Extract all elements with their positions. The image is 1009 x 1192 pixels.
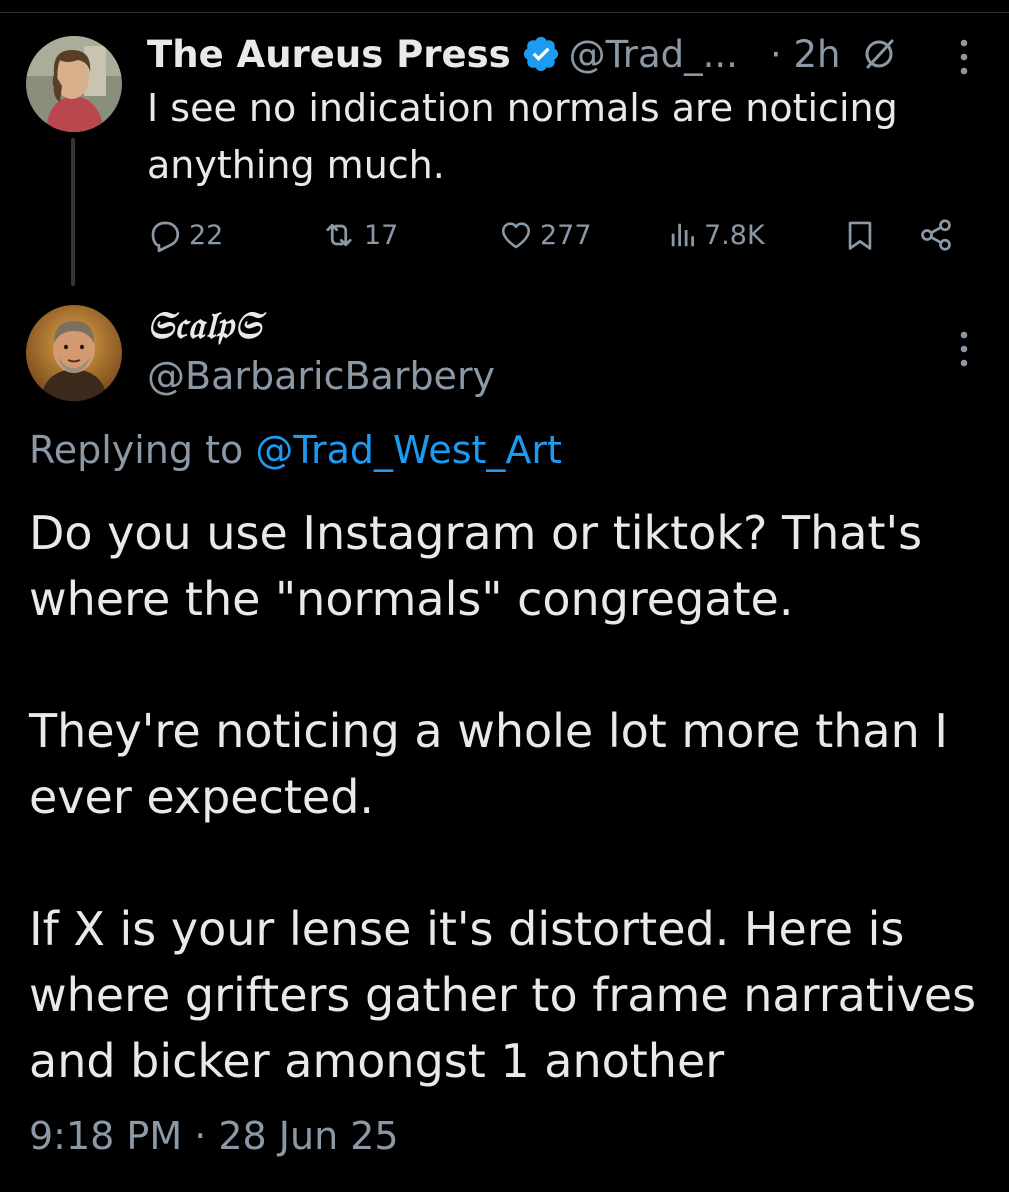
bookmark-button[interactable] [843, 210, 877, 260]
views-button[interactable]: 7.8K [668, 210, 765, 260]
reply-author-name[interactable]: 𝔖𝔠𝔞𝔩𝔭𝔖 [147, 302, 262, 348]
parent-header: The Aureus Press @Trad_... · 2h [147, 28, 896, 80]
reply-tweet-text: Do you use Instagram or tiktok? That's w… [29, 500, 984, 1094]
avatar-portrait-icon [26, 305, 122, 401]
reply-paragraph: If X is your lense it's distorted. Here … [29, 902, 977, 1088]
parent-avatar[interactable] [26, 36, 122, 132]
repost-icon [326, 223, 352, 247]
reply-button[interactable]: 22 [147, 210, 223, 260]
avatar-portrait-icon [26, 36, 122, 132]
slashed-circle-icon[interactable] [862, 37, 896, 71]
reply-paragraph: They're noticing a whole lot more than I… [29, 704, 948, 824]
bookmark-icon [848, 221, 872, 250]
replying-to-label: Replying to [29, 428, 256, 472]
parent-tweet-text: I see no indication normals are noticing… [147, 86, 898, 187]
heart-icon [501, 222, 531, 249]
parent-author-name[interactable]: The Aureus Press [147, 33, 511, 76]
share-button[interactable] [916, 210, 956, 260]
verified-badge-icon [521, 34, 561, 74]
parent-handle[interactable]: @Trad_... [569, 33, 738, 76]
repost-count: 17 [364, 219, 399, 251]
like-button[interactable]: 277 [498, 210, 592, 260]
reply-count: 22 [189, 219, 224, 251]
reply-more-icon[interactable] [959, 330, 969, 368]
reply-paragraph: Do you use Instagram or tiktok? That's w… [29, 506, 923, 626]
reply-icon [151, 221, 180, 253]
replying-to-mention[interactable]: @Trad_West_Art [255, 428, 562, 472]
parent-time[interactable]: · 2h [770, 33, 841, 76]
reply-handle[interactable]: @BarbaricBarbery [147, 354, 495, 398]
like-count: 277 [540, 219, 592, 251]
replying-to-line: Replying to @Trad_West_Art [29, 428, 562, 472]
views-count: 7.8K [704, 219, 765, 251]
reply-avatar[interactable] [26, 305, 122, 401]
repost-button[interactable]: 17 [320, 210, 398, 260]
parent-more-icon[interactable] [959, 38, 969, 76]
parent-action-bar: 22 17 277 7.8K [0, 210, 1009, 260]
views-chart-icon [671, 223, 694, 247]
share-icon [921, 219, 951, 251]
top-divider [0, 0, 1009, 13]
reply-timestamp[interactable]: 9:18 PM · 28 Jun 25 [29, 1114, 399, 1158]
